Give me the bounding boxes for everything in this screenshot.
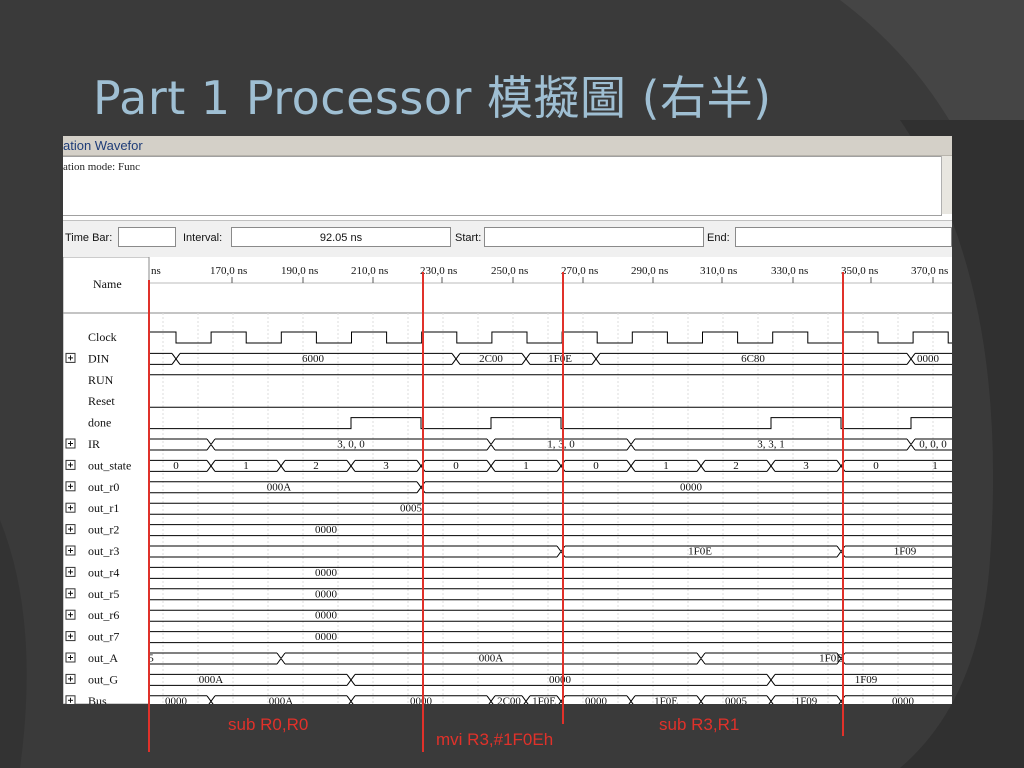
time-label: 350,0 ns xyxy=(841,265,878,277)
waveform-display[interactable]: Namens 170,0 ns 190,0 ns 210,0 ns 230,0 ns 25… xyxy=(63,257,952,704)
time-label: 250,0 ns xyxy=(491,265,528,277)
time-toolbar: Time Bar: Interval: 92.05 ns Start: End: xyxy=(63,220,952,258)
bus-value-out_state: 1 xyxy=(663,460,669,472)
bus-value-ir: 1, 3, 0 xyxy=(547,439,575,451)
signal-name-done: done xyxy=(88,416,111,430)
bus-value-ir: 0, 0, 0 xyxy=(919,439,947,451)
bus-value-bus: 0005 xyxy=(725,695,748,704)
bus-value-din: 2C00 xyxy=(479,353,503,365)
signal-name-out_r5: out_r5 xyxy=(88,587,119,601)
bus-value-out_g: 1F09 xyxy=(855,674,878,686)
bus-value-out_r7: 0000 xyxy=(315,631,338,643)
time-label: 210,0 ns xyxy=(351,265,388,277)
bus-value-out_a: 000A xyxy=(479,653,504,665)
start-label: Start: xyxy=(455,232,482,244)
bus-value-out_state: 3 xyxy=(803,460,809,472)
signal-name-out_r6: out_r6 xyxy=(88,608,119,622)
bus-value-out_a: 1F0E xyxy=(819,653,843,665)
annotation-sub-r3: sub R3,R1 xyxy=(659,715,740,734)
signal-name-ir: IR xyxy=(88,437,100,451)
name-column-header: Name xyxy=(93,277,122,291)
bus-value-out_r0: 0000 xyxy=(680,481,703,493)
bus-value-din: 6C80 xyxy=(741,353,765,365)
bus-value-bus: 0000 xyxy=(410,695,433,704)
bus-value-din: 1F0E xyxy=(548,353,572,365)
signal-name-reset: Reset xyxy=(88,394,115,408)
window-title: ation Wavefor xyxy=(63,136,952,156)
time-label: 170,0 ns xyxy=(210,265,247,277)
bus-value-out_state: 1 xyxy=(523,460,529,472)
signal-name-out_a: out_A xyxy=(88,651,118,665)
bus-value-bus: 2C00 xyxy=(497,695,521,704)
bus-value-out_r2: 0000 xyxy=(315,524,338,536)
time-label: 230,0 ns xyxy=(420,265,457,277)
bus-value-bus: 0000 xyxy=(585,695,608,704)
bus-value-din: 6000 xyxy=(302,353,325,365)
bus-value-bus: 1F0E xyxy=(654,695,678,704)
slide-title: Part 1 Processor 模擬圖 (右半) xyxy=(93,71,772,125)
signal-name-din: DIN xyxy=(88,351,110,365)
signal-name-out_r7: out_r7 xyxy=(88,630,119,644)
bus-value-out_state: 0 xyxy=(453,460,459,472)
signal-name-out_r2: out_r2 xyxy=(88,523,119,537)
bus-value-out_state: 1 xyxy=(243,460,249,472)
bus-value-out_state: 3 xyxy=(383,460,389,472)
signal-name-out_r3: out_r3 xyxy=(88,544,119,558)
time-label: 270,0 ns xyxy=(561,265,598,277)
time-label: 190,0 ns xyxy=(281,265,318,277)
time-bar-field[interactable] xyxy=(118,227,176,247)
start-field[interactable] xyxy=(484,227,704,247)
simulation-mode-panel: ation mode: Func xyxy=(63,156,942,216)
bus-value-out_state: 2 xyxy=(733,460,739,472)
mode-panel-scrollbar[interactable] xyxy=(941,156,952,214)
bus-value-out_a: 5 xyxy=(148,653,154,665)
time-bar-label: Time Bar: xyxy=(65,232,113,244)
annotation-sub-r0: sub R0,R0 xyxy=(228,715,309,734)
bus-value-din: 0000 xyxy=(917,353,940,365)
bus-value-ir: 3, 0, 0 xyxy=(337,439,365,451)
bus-value-out_r0: 000A xyxy=(267,481,292,493)
signal-name-out_r0: out_r0 xyxy=(88,480,119,494)
signal-name-run: RUN xyxy=(88,373,114,387)
interval-field[interactable]: 92.05 ns xyxy=(231,227,451,247)
bus-value-out_r3: 1F09 xyxy=(894,546,917,558)
signal-name-clock: Clock xyxy=(88,330,117,344)
bus-value-out_state: 0 xyxy=(873,460,879,472)
time-label: 310,0 ns xyxy=(700,265,737,277)
signal-name-out_r4: out_r4 xyxy=(88,565,119,579)
time-label: ns xyxy=(151,265,161,277)
bus-value-out_g: 000A xyxy=(199,674,224,686)
interval-label: Interval: xyxy=(183,232,223,244)
bus-value-out_state: 2 xyxy=(313,460,319,472)
simulation-mode-label: ation mode: Func xyxy=(63,161,140,173)
bus-value-bus: 0000 xyxy=(165,695,188,704)
signal-name-out_r1: out_r1 xyxy=(88,501,119,515)
signal-name-bus: Bus xyxy=(88,694,107,704)
bus-value-out_r6: 0000 xyxy=(315,610,338,622)
bus-value-out_g: 0000 xyxy=(549,674,572,686)
bus-value-out_r5: 0000 xyxy=(315,588,338,600)
time-label: 370,0 ns xyxy=(911,265,948,277)
bus-value-ir: 3, 3, 1 xyxy=(757,439,785,451)
bus-value-bus: 0000 xyxy=(892,695,915,704)
bus-value-bus: 000A xyxy=(269,695,294,704)
signal-name-out_state: out_state xyxy=(88,458,131,472)
bus-value-out_r1: 0005 xyxy=(400,503,423,515)
simulation-waveform-window: ation Wavefor ation mode: Func Time Bar:… xyxy=(63,136,952,704)
time-label: 330,0 ns xyxy=(771,265,808,277)
bus-value-bus: 1F0E xyxy=(532,695,556,704)
annotation-mvi-r3: mvi R3,#1F0Eh xyxy=(436,730,554,749)
bus-value-out_r3: 1F0E xyxy=(688,546,712,558)
bus-value-out_state: 1 xyxy=(932,460,938,472)
end-field[interactable] xyxy=(735,227,952,247)
bus-value-out_r4: 0000 xyxy=(315,567,338,579)
bus-value-bus: 1F09 xyxy=(795,695,818,704)
time-label: 290,0 ns xyxy=(631,265,668,277)
bus-value-out_state: 0 xyxy=(173,460,179,472)
end-label: End: xyxy=(707,232,730,244)
waveform-background xyxy=(63,257,952,704)
bus-value-out_state: 0 xyxy=(593,460,599,472)
signal-name-out_g: out_G xyxy=(88,672,118,686)
